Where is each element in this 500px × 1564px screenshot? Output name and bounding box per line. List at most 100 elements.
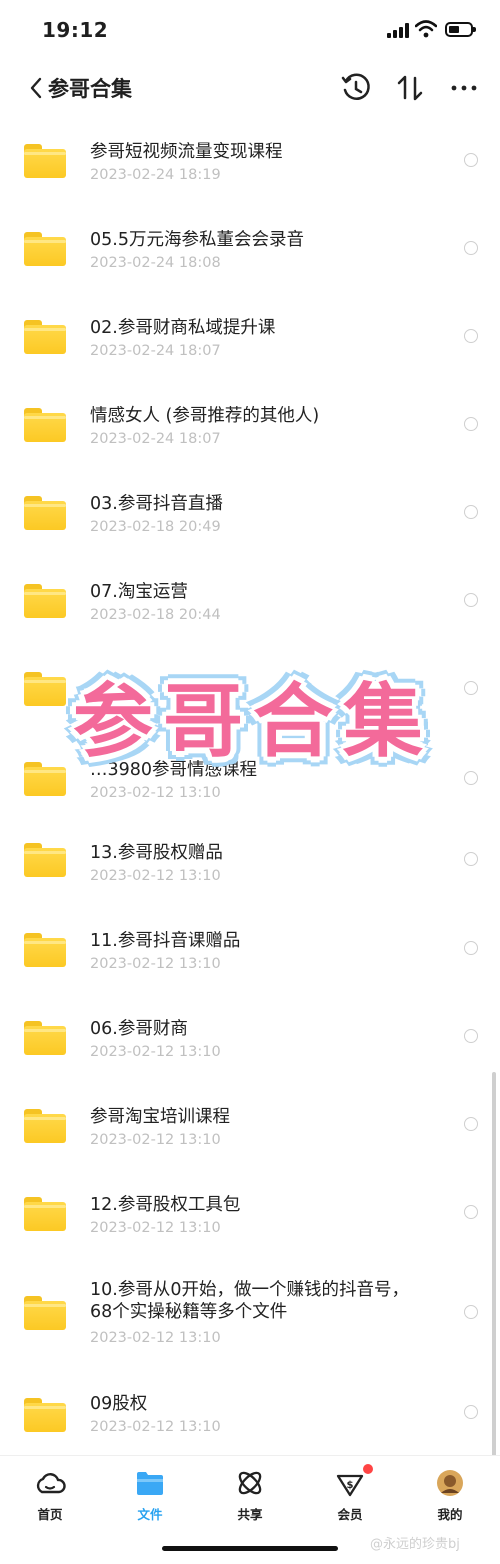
select-radio[interactable] (464, 153, 478, 167)
file-date: 2023-02-12 13:10 (90, 785, 221, 801)
folder-icon (24, 232, 66, 266)
file-row[interactable]: 09股权 2023-02-12 13:10 (0, 1362, 500, 1450)
file-name: 09股权 (90, 1394, 148, 1414)
file-row[interactable]: …3980参哥情感课程 2023-02-12 13:10 (0, 722, 500, 810)
select-radio[interactable] (464, 329, 478, 343)
file-name: 情感女人 (参哥推荐的其他人) (90, 406, 320, 426)
file-row[interactable]: 07.淘宝运营 2023-02-18 20:44 (0, 546, 500, 634)
notification-dot (363, 1464, 373, 1474)
file-row[interactable]: 12.参哥股权工具包 2023-02-12 13:10 (0, 1164, 500, 1252)
tab-files[interactable]: 文件 (115, 1464, 185, 1524)
file-name: 03.参哥抖音直播 (90, 494, 223, 514)
folder-icon (24, 408, 66, 442)
select-radio[interactable] (464, 505, 478, 519)
tab-label: 我的 (437, 1507, 463, 1522)
file-date: 2023-02-24 18:07 (90, 431, 221, 447)
select-radio[interactable] (464, 417, 478, 431)
select-radio[interactable] (464, 1029, 478, 1043)
file-name: 10.参哥从0开始，做一个赚钱的抖音号，68个实操秘籍等多个文件 (90, 1280, 409, 1322)
more-options-icon[interactable] (448, 72, 480, 104)
file-date: 2023-02-18 20:44 (90, 607, 221, 623)
history-icon[interactable] (340, 72, 372, 104)
file-row[interactable] (0, 634, 500, 722)
status-time: 19:12 (42, 18, 109, 42)
avatar-icon (437, 1470, 463, 1496)
file-row[interactable]: 参哥淘宝培训课程 2023-02-12 13:10 (0, 1076, 500, 1164)
folder-icon (24, 1021, 66, 1055)
select-radio[interactable] (464, 852, 478, 866)
select-radio[interactable] (464, 1405, 478, 1419)
file-date: 2023-02-12 13:10 (90, 956, 221, 972)
file-name: 13.参哥股权赠品 (90, 843, 223, 863)
file-name: …3980参哥情感课程 (90, 760, 258, 780)
tab-me[interactable]: 我的 (415, 1464, 485, 1524)
select-radio[interactable] (464, 681, 478, 695)
folder-icon (24, 584, 66, 618)
tab-share[interactable]: 共享 (215, 1464, 285, 1524)
file-date: 2023-02-24 18:08 (90, 255, 221, 271)
scrollbar[interactable] (492, 1072, 496, 1458)
file-row[interactable]: 参哥短视频流量变现课程 2023-02-24 18:19 (0, 106, 500, 194)
file-row[interactable]: 10.参哥从0开始，做一个赚钱的抖音号，68个实操秘籍等多个文件 2023-02… (0, 1252, 500, 1362)
folder-icon (137, 1472, 163, 1495)
page-title: 参哥合集 (48, 77, 132, 101)
file-row[interactable]: 03.参哥抖音直播 2023-02-18 20:49 (0, 458, 500, 546)
file-name: 05.5万元海参私董会会录音 (90, 230, 304, 250)
file-row[interactable]: 05.5万元海参私董会会录音 2023-02-24 18:08 (0, 194, 500, 282)
folder-icon (24, 320, 66, 354)
wifi-icon (415, 20, 437, 38)
file-name: 06.参哥财商 (90, 1019, 188, 1039)
tab-vip[interactable]: $ 会员 (315, 1464, 385, 1524)
file-name: 02.参哥财商私域提升课 (90, 318, 276, 338)
tab-label: 会员 (337, 1507, 363, 1522)
tab-label: 共享 (237, 1507, 263, 1522)
file-row[interactable]: 13.参哥股权赠品 2023-02-12 13:10 (0, 812, 500, 900)
file-date: 2023-02-12 13:10 (90, 1419, 221, 1435)
folder-icon (24, 762, 66, 796)
status-bar: 19:12 (0, 0, 500, 60)
file-row[interactable]: 11.参哥抖音课赠品 2023-02-12 13:10 (0, 900, 500, 988)
file-date: 2023-02-12 13:10 (90, 1330, 221, 1346)
select-radio[interactable] (464, 941, 478, 955)
folder-icon (24, 672, 66, 706)
folder-icon (24, 933, 66, 967)
file-date: 2023-02-12 13:10 (90, 1132, 221, 1148)
folder-icon (24, 496, 66, 530)
share-atom-icon (238, 1471, 262, 1495)
folder-icon (24, 1296, 66, 1330)
file-name: 07.淘宝运营 (90, 582, 188, 602)
file-name: 11.参哥抖音课赠品 (90, 931, 241, 951)
select-radio[interactable] (464, 1305, 478, 1319)
folder-icon (24, 1109, 66, 1143)
tab-label: 文件 (137, 1507, 163, 1522)
svg-text:$: $ (347, 1480, 354, 1491)
home-indicator[interactable] (162, 1546, 338, 1551)
folder-icon (24, 144, 66, 178)
tab-label: 首页 (37, 1507, 63, 1522)
battery-icon (445, 22, 476, 37)
sort-icon[interactable] (394, 72, 426, 104)
folder-icon (24, 843, 66, 877)
file-row[interactable]: 情感女人 (参哥推荐的其他人) 2023-02-24 18:07 (0, 370, 500, 458)
back-chevron-icon[interactable] (26, 76, 48, 100)
select-radio[interactable] (464, 771, 478, 785)
file-row[interactable]: 02.参哥财商私域提升课 2023-02-24 18:07 (0, 282, 500, 370)
file-date: 2023-02-24 18:19 (90, 167, 221, 183)
file-name: 12.参哥股权工具包 (90, 1195, 241, 1215)
cellular-signal-icon (387, 22, 409, 38)
tab-home[interactable]: 首页 (15, 1464, 85, 1524)
watermark: @永远的珍贵bj (370, 1537, 460, 1552)
file-date: 2023-02-18 20:49 (90, 519, 221, 535)
file-row[interactable]: 06.参哥财商 2023-02-12 13:10 (0, 988, 500, 1076)
file-date: 2023-02-24 18:07 (90, 343, 221, 359)
folder-icon (24, 1398, 66, 1432)
file-date: 2023-02-12 13:10 (90, 868, 221, 884)
select-radio[interactable] (464, 241, 478, 255)
cloud-home-icon (36, 1473, 66, 1494)
select-radio[interactable] (464, 593, 478, 607)
select-radio[interactable] (464, 1117, 478, 1131)
file-date: 2023-02-12 13:10 (90, 1044, 221, 1060)
file-name: 参哥淘宝培训课程 (90, 1107, 230, 1127)
select-radio[interactable] (464, 1205, 478, 1219)
vip-diamond-icon: $ (336, 1474, 364, 1497)
